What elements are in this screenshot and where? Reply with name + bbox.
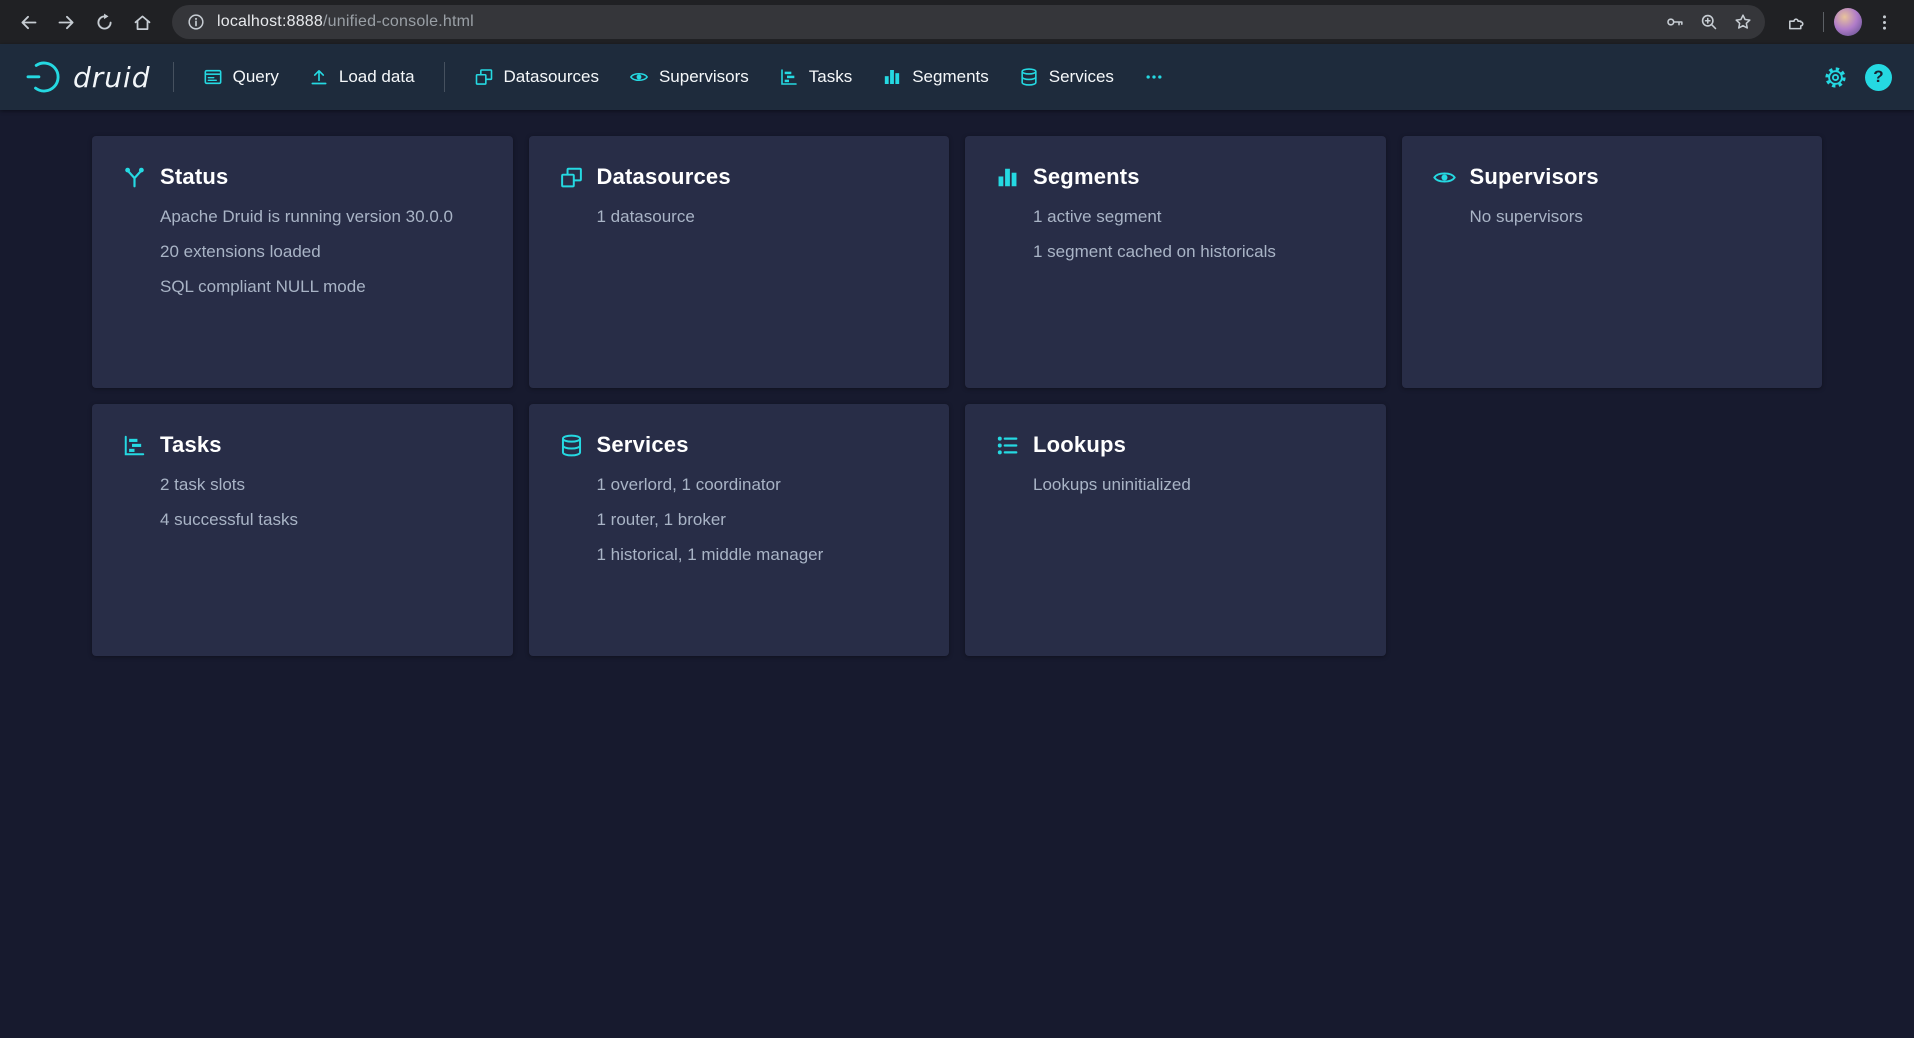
card-line: 4 successful tasks (160, 502, 483, 537)
card-lookups[interactable]: Lookups Lookups uninitialized (965, 404, 1386, 656)
stacked-cubes-icon (559, 165, 584, 190)
properties-icon (995, 433, 1020, 458)
card-supervisors[interactable]: Supervisors No supervisors (1402, 136, 1823, 388)
url-text: localhost:8888/unified-console.html (217, 13, 1648, 31)
help-button[interactable] (1865, 64, 1892, 91)
card-title: Datasources (597, 164, 731, 190)
address-bar[interactable]: localhost:8888/unified-console.html (172, 5, 1765, 39)
eye-icon (629, 67, 649, 87)
druid-logo-icon (24, 57, 64, 97)
card-title: Status (160, 164, 228, 190)
card-tasks[interactable]: Tasks 2 task slots 4 successful tasks (92, 404, 513, 656)
nav-label: Segments (912, 67, 989, 87)
forward-button[interactable] (48, 4, 84, 40)
navbar-divider (444, 62, 445, 92)
nav-label: Supervisors (659, 67, 749, 87)
forward-icon (56, 12, 77, 33)
reload-button[interactable] (86, 4, 122, 40)
graph-icon (122, 165, 147, 190)
nav-item-tasks[interactable]: Tasks (766, 57, 865, 97)
passwords-button[interactable] (1659, 6, 1691, 38)
nav-more-button[interactable] (1131, 57, 1177, 97)
card-title: Tasks (160, 432, 222, 458)
nav-item-supervisors[interactable]: Supervisors (616, 57, 762, 97)
reload-icon (94, 12, 115, 33)
card-title: Lookups (1033, 432, 1126, 458)
card-line: 2 task slots (160, 467, 483, 502)
nav-item-segments[interactable]: Segments (869, 57, 1002, 97)
gantt-icon (122, 433, 147, 458)
extensions-button[interactable] (1777, 4, 1813, 40)
card-line: Lookups uninitialized (1033, 467, 1356, 502)
home-view: Status Apache Druid is running version 3… (0, 136, 1914, 1038)
card-line: 1 overlord, 1 coordinator (597, 467, 920, 502)
omnibox-actions (1659, 6, 1759, 38)
star-icon (1733, 12, 1753, 32)
brand-name: druid (73, 61, 151, 94)
card-title: Supervisors (1470, 164, 1599, 190)
nav-label: Services (1049, 67, 1114, 87)
nav-label: Tasks (809, 67, 852, 87)
profile-avatar[interactable] (1834, 8, 1862, 36)
nav-item-query[interactable]: Query (190, 57, 292, 97)
app-navbar: druid Query Load data Datasources Superv… (0, 44, 1914, 110)
card-line: 20 extensions loaded (160, 234, 483, 269)
key-icon (1665, 12, 1685, 32)
browser-actions (1777, 4, 1904, 40)
upload-icon (309, 67, 329, 87)
gear-icon (1823, 65, 1848, 90)
druid-brand[interactable]: druid (18, 57, 157, 97)
card-line: Apache Druid is running version 30.0.0 (160, 199, 483, 234)
card-title: Services (597, 432, 689, 458)
nav-label: Datasources (504, 67, 599, 87)
stacked-cubes-icon (474, 67, 494, 87)
card-line: No supervisors (1470, 199, 1793, 234)
home-button[interactable] (124, 4, 160, 40)
database-icon (1019, 67, 1039, 87)
page-info-icon[interactable] (186, 12, 206, 32)
url-path: /unified-console.html (323, 13, 474, 30)
ellipsis-icon (1144, 67, 1164, 87)
back-icon (18, 12, 39, 33)
gantt-icon (779, 67, 799, 87)
card-line: 1 router, 1 broker (597, 502, 920, 537)
home-icon (132, 12, 153, 33)
puzzle-icon (1785, 12, 1806, 33)
status-cards-grid: Status Apache Druid is running version 3… (92, 136, 1822, 656)
eye-icon (1432, 165, 1457, 190)
nav-label: Query (233, 67, 279, 87)
card-segments[interactable]: Segments 1 active segment 1 segment cach… (965, 136, 1386, 388)
bookmark-button[interactable] (1727, 6, 1759, 38)
question-mark-icon (1873, 67, 1883, 87)
back-button[interactable] (10, 4, 46, 40)
card-line: 1 datasource (597, 199, 920, 234)
console-icon (203, 67, 223, 87)
browser-menu-button[interactable] (1866, 4, 1902, 40)
settings-button[interactable] (1815, 57, 1855, 97)
bar-chart-icon (995, 165, 1020, 190)
toolbar-divider (1823, 12, 1824, 32)
nav-item-datasources[interactable]: Datasources (461, 57, 612, 97)
nav-label: Load data (339, 67, 415, 87)
nav-item-services[interactable]: Services (1006, 57, 1127, 97)
url-host: localhost:8888 (217, 13, 323, 30)
card-datasources[interactable]: Datasources 1 datasource (529, 136, 950, 388)
card-line: 1 active segment (1033, 199, 1356, 234)
nav-item-load-data[interactable]: Load data (296, 57, 428, 97)
card-title: Segments (1033, 164, 1140, 190)
kebab-menu-icon (1874, 12, 1895, 33)
card-line: 1 historical, 1 middle manager (597, 537, 920, 572)
card-line: SQL compliant NULL mode (160, 269, 483, 304)
card-services[interactable]: Services 1 overlord, 1 coordinator 1 rou… (529, 404, 950, 656)
bar-chart-icon (882, 67, 902, 87)
zoom-in-icon (1699, 12, 1719, 32)
card-line: 1 segment cached on historicals (1033, 234, 1356, 269)
card-status[interactable]: Status Apache Druid is running version 3… (92, 136, 513, 388)
database-icon (559, 433, 584, 458)
navbar-divider (173, 62, 174, 92)
zoom-button[interactable] (1693, 6, 1725, 38)
browser-toolbar: localhost:8888/unified-console.html (0, 0, 1914, 44)
